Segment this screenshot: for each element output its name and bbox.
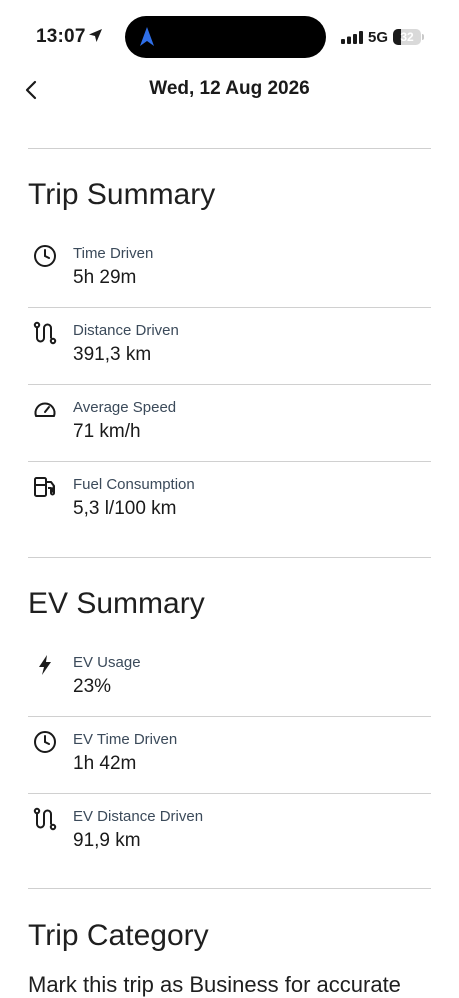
stat-value: 5h 29m (73, 267, 137, 288)
dynamic-island (125, 16, 326, 58)
stat-fuel-consumption: Fuel Consumption 5,3 l/100 km (28, 462, 431, 539)
stat-value: 391,3 km (73, 344, 152, 365)
fuel-pump-icon (33, 475, 57, 499)
stat-label: EV Usage (73, 654, 141, 671)
stat-value: 23% (73, 676, 112, 697)
page-title: Wed, 12 Aug 2026 (149, 78, 310, 99)
stat-ev-distance-driven: EV Distance Driven 91,9 km (28, 794, 431, 871)
stat-value: 1h 42m (73, 753, 137, 774)
route-icon (33, 807, 57, 831)
stat-ev-time-driven: EV Time Driven 1h 42m (28, 717, 431, 794)
signal-icon (341, 31, 363, 49)
battery-icon: 32 (393, 29, 421, 45)
stat-label: Average Speed (73, 399, 177, 416)
stat-label: Time Driven (73, 245, 154, 262)
divider (28, 888, 431, 889)
status-time: 13:07 (36, 26, 86, 47)
clock-icon (33, 730, 57, 754)
stat-label: EV Distance Driven (73, 808, 204, 825)
clock-icon (33, 244, 57, 268)
stat-label: Distance Driven (73, 322, 179, 339)
network-type: 5G (368, 29, 389, 46)
divider (28, 148, 431, 149)
trip-category-description: Mark this trip as Business for accurate (28, 972, 401, 997)
ev-summary-title: EV Summary (28, 587, 205, 620)
stat-distance-driven: Distance Driven 391,3 km (28, 308, 431, 385)
stat-ev-usage: EV Usage 23% (28, 640, 431, 717)
stat-value: 91,9 km (73, 830, 141, 851)
status-bar: 13:07 5G 32 (0, 0, 459, 70)
trip-category-title: Trip Category (28, 919, 209, 952)
divider (28, 557, 431, 558)
speedometer-icon (33, 398, 57, 422)
lightning-icon (33, 653, 57, 677)
header: Wed, 12 Aug 2026 (0, 70, 459, 110)
navigation-arrow-icon (139, 26, 155, 53)
location-arrow-icon (88, 28, 103, 48)
stat-value: 5,3 l/100 km (73, 498, 177, 519)
battery-level: 32 (400, 30, 414, 44)
stat-value: 71 km/h (73, 421, 141, 442)
stat-time-driven: Time Driven 5h 29m (28, 231, 431, 308)
route-icon (33, 321, 57, 345)
stat-label: EV Time Driven (73, 731, 178, 748)
trip-summary-title: Trip Summary (28, 178, 216, 211)
stat-label: Fuel Consumption (73, 476, 195, 493)
stat-average-speed: Average Speed 71 km/h (28, 385, 431, 462)
